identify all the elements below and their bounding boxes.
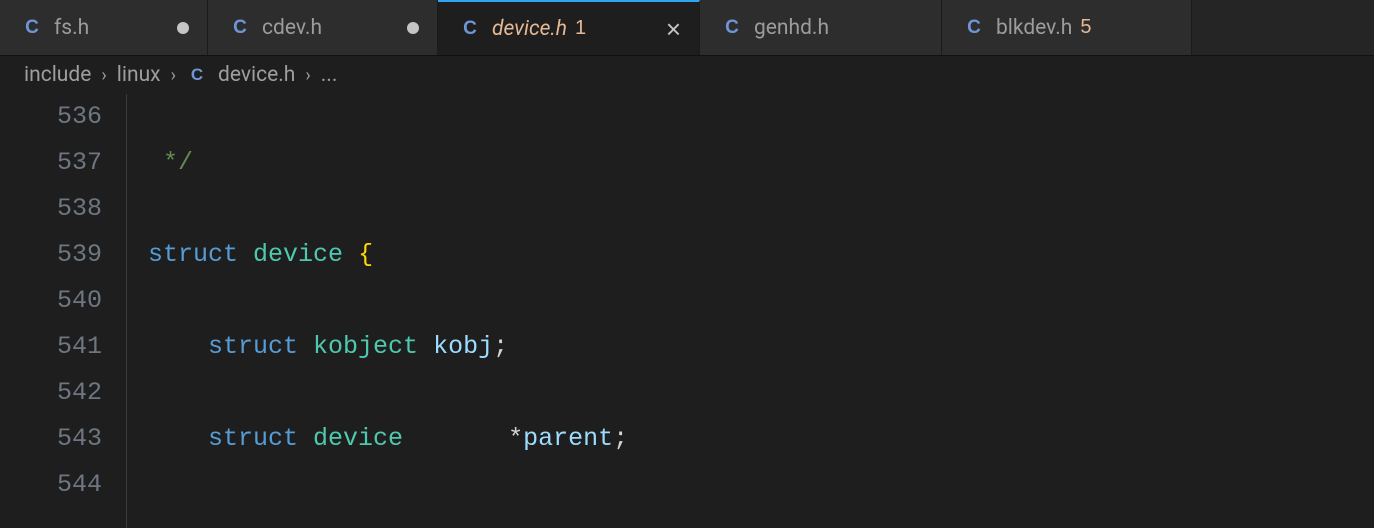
breadcrumb-file[interactable]: device.h [218,63,295,87]
line-number: 543 [0,416,112,462]
line-number: 540 [0,278,112,324]
indent-guide [112,94,140,528]
breadcrumb: include › linux › C device.h › ... [0,56,1374,94]
tab-cdev-h[interactable]: C cdev.h [208,0,438,55]
comment-end: */ [163,148,193,177]
code-line[interactable]: struct device *parent; [148,416,1108,462]
breadcrumb-linux[interactable]: linux [117,63,161,87]
line-number: 541 [0,324,112,370]
tab-fs-h[interactable]: C fs.h [0,0,208,55]
dirty-dot-icon [177,22,189,34]
chevron-right-icon: › [101,65,106,86]
punct: ; [613,424,628,453]
chevron-right-icon: › [171,65,176,86]
c-file-icon: C [20,16,44,40]
identifier: kobj [433,332,493,361]
c-file-icon: C [962,16,986,40]
keyword: struct [148,240,238,269]
close-icon[interactable]: × [666,16,681,42]
line-number: 542 [0,370,112,416]
tab-label: cdev.h [262,16,322,40]
tab-genhd-h[interactable]: C genhd.h [700,0,942,55]
code-content[interactable]: */ struct device { struct kobject kobj; … [140,94,1108,528]
chevron-right-icon: › [305,65,310,86]
line-number: 537 [0,140,112,186]
punct: * [508,424,523,453]
tab-label: blkdev.h [996,16,1072,40]
problems-badge: 1 [575,17,586,40]
tab-bar: C fs.h C cdev.h C device.h 1 × C genhd.h… [0,0,1374,56]
code-editor[interactable]: 536 537 538 539 540 541 542 543 544 */ s… [0,94,1374,528]
tab-label: genhd.h [754,16,829,40]
tab-label: device.h [492,17,567,41]
breadcrumb-include[interactable]: include [24,63,91,87]
type: kobject [313,332,418,361]
type: device [313,424,403,453]
code-line[interactable] [148,508,1108,528]
identifier: parent [523,424,613,453]
tab-label: fs.h [54,16,89,40]
brace: { [358,240,373,269]
line-number: 538 [0,186,112,232]
line-number: 539 [0,232,112,278]
line-number: 544 [0,462,112,508]
breadcrumb-symbol[interactable]: ... [321,63,338,87]
line-number: 536 [0,94,112,140]
c-file-icon: C [228,16,252,40]
punct: ; [493,332,508,361]
keyword: struct [208,424,298,453]
type: device [253,240,343,269]
code-line[interactable]: */ [148,140,1108,186]
tab-blkdev-h[interactable]: C blkdev.h 5 [942,0,1192,55]
keyword: struct [208,332,298,361]
problems-badge: 5 [1080,16,1091,39]
code-line[interactable]: struct kobject kobj; [148,324,1108,370]
code-line[interactable]: struct device { [148,232,1108,278]
c-file-icon: C [720,16,744,40]
c-file-icon: C [186,64,208,86]
dirty-dot-icon [407,22,419,34]
line-number-gutter: 536 537 538 539 540 541 542 543 544 [0,94,112,528]
tab-device-h[interactable]: C device.h 1 × [438,0,700,55]
c-file-icon: C [458,17,482,41]
